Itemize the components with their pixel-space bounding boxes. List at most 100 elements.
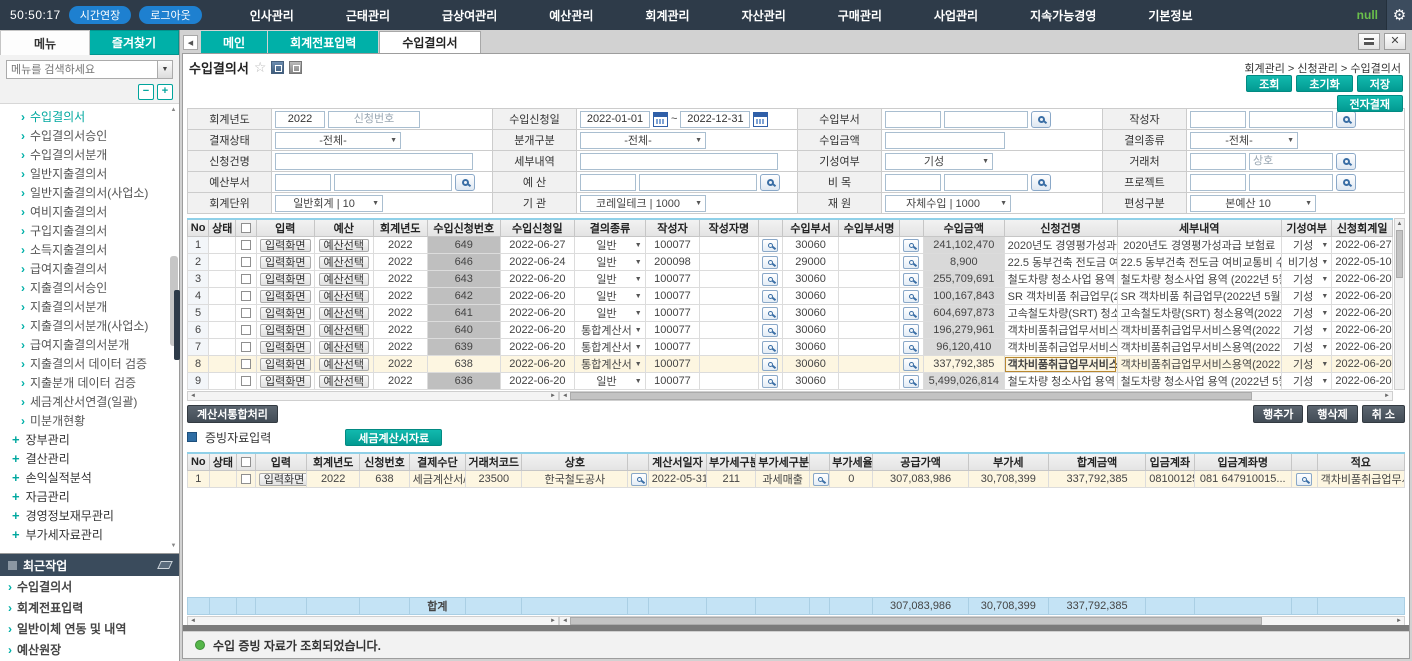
form-text-input[interactable]	[275, 153, 473, 170]
row-lookup-button[interactable]	[762, 307, 778, 320]
form-text-input[interactable]	[580, 111, 650, 128]
form-text-input[interactable]	[1190, 111, 1246, 128]
topbar-menu-item[interactable]: 급상여관리	[442, 7, 497, 24]
sidebar-item[interactable]: ›구입지출결의서	[0, 221, 179, 240]
grid-dropdown[interactable]: 일반▼	[578, 271, 642, 287]
form-select[interactable]: -전체-▼	[1190, 132, 1298, 149]
grid-dropdown[interactable]: 통합계산서▼	[578, 322, 642, 338]
scroll-down-icon[interactable]: ▼	[169, 542, 178, 551]
expand-all-button[interactable]: +	[157, 84, 173, 100]
form-text-input[interactable]	[275, 111, 325, 128]
grid-button[interactable]: 예산선택	[319, 375, 369, 388]
recent-item[interactable]: ›예산원장	[0, 639, 179, 660]
row-checkbox[interactable]	[241, 257, 251, 267]
tab-menu[interactable]: 메뉴	[0, 30, 90, 55]
grid-row[interactable]: 9입력화면예산선택20226362022-06-20일반▼10007730060…	[188, 373, 1393, 390]
sidebar-item[interactable]: ›수입결의서분개	[0, 145, 179, 164]
topbar-menu-item[interactable]: 사업관리	[934, 7, 978, 24]
popup-icon[interactable]	[289, 61, 302, 74]
extend-time-button[interactable]: 시간연장	[69, 6, 131, 24]
grid-dropdown[interactable]: 기성▼	[1285, 271, 1328, 287]
grid1-hscrollbar[interactable]: ◄► ◄►	[187, 391, 1393, 401]
search-lookup-button[interactable]	[1336, 174, 1356, 191]
grid-button[interactable]: 예산선택	[319, 256, 369, 269]
sidebar-item[interactable]: ›수입결의서승인	[0, 126, 179, 145]
row-lookup-button[interactable]	[903, 273, 919, 286]
grid-row[interactable]: 8입력화면예산선택20226382022-06-20통합계산서▼10007730…	[188, 356, 1393, 373]
search-lookup-button[interactable]	[1336, 153, 1356, 170]
scroll-thumb[interactable]	[570, 617, 1262, 625]
form-text-input[interactable]	[580, 174, 636, 191]
form-text-input[interactable]	[1249, 111, 1333, 128]
row-lookup-button[interactable]	[762, 290, 778, 303]
row-lookup-button[interactable]	[903, 341, 919, 354]
sidebar-item[interactable]: ›미분개현황	[0, 411, 179, 430]
grid-button[interactable]: 예산선택	[319, 307, 369, 320]
grid-row[interactable]: 1입력화면2022638세금계산서/...23500한국철도공사2022-05-…	[188, 471, 1405, 488]
settings-button[interactable]: ⚙	[1386, 0, 1412, 30]
grid1-add-row-button[interactable]: 행추가	[1253, 405, 1303, 423]
form-text-input[interactable]	[275, 174, 331, 191]
search-lookup-button[interactable]	[1336, 111, 1356, 128]
form-text-input[interactable]	[885, 174, 941, 191]
grid-button[interactable]: 예산선택	[319, 273, 369, 286]
grid-dropdown[interactable]: 통합계산서▼	[578, 356, 642, 372]
grid-button[interactable]: 예산선택	[319, 290, 369, 303]
sidebar-group[interactable]: +결산관리	[0, 449, 179, 468]
grid1-vscrollbar[interactable]: ▲	[1394, 218, 1405, 390]
topbar-menu-item[interactable]: 인사관리	[250, 7, 294, 24]
document-tab[interactable]: 회계전표입력	[268, 31, 378, 53]
grid-button[interactable]: 입력화면	[260, 256, 310, 269]
sidebar-item[interactable]: ›세금계산서연결(일괄)	[0, 392, 179, 411]
row-lookup-button[interactable]	[903, 256, 919, 269]
search-lookup-button[interactable]	[1031, 111, 1051, 128]
grid-dropdown[interactable]: 기성▼	[1285, 373, 1328, 389]
menu-search-input[interactable]	[6, 60, 158, 79]
favorite-star-icon[interactable]: ☆	[254, 59, 267, 76]
sidebar-item[interactable]: ›수입결의서	[0, 107, 179, 126]
sidebar-item[interactable]: ›지출결의서 데이터 검증	[0, 354, 179, 373]
close-tab-button[interactable]: ✕	[1384, 33, 1406, 50]
sidebar-item[interactable]: ›일반지출결의서(사업소)	[0, 183, 179, 202]
topbar-menu-item[interactable]: 예산관리	[549, 7, 593, 24]
grid-button[interactable]: 예산선택	[319, 341, 369, 354]
scroll-right-icon[interactable]: ►	[548, 617, 558, 625]
row-lookup-button[interactable]	[903, 307, 919, 320]
search-button[interactable]: 조회	[1246, 75, 1292, 92]
select-all-checkbox[interactable]	[241, 223, 251, 233]
scroll-right-icon[interactable]: ►	[548, 392, 558, 400]
form-text-input[interactable]	[1190, 153, 1246, 170]
row-lookup-button[interactable]	[903, 239, 919, 252]
save-button[interactable]: 저장	[1357, 75, 1403, 92]
topbar-menu-item[interactable]: 근태관리	[346, 7, 390, 24]
form-select[interactable]: 본예산 10▼	[1190, 195, 1316, 212]
recent-item[interactable]: ›일반이체 연동 및 내역	[0, 618, 179, 639]
grid-row[interactable]: 7입력화면예산선택20226392022-06-20통합계산서▼10007730…	[188, 339, 1393, 356]
row-lookup-button[interactable]	[762, 324, 778, 337]
grid-row[interactable]: 1입력화면예산선택20226492022-06-27일반▼10007730060…	[188, 237, 1393, 254]
tab-scroll-left-icon[interactable]: ◀	[183, 35, 198, 50]
grid-row[interactable]: 6입력화면예산선택20226402022-06-20통합계산서▼10007730…	[188, 322, 1393, 339]
grid-dropdown[interactable]: 일반▼	[578, 373, 642, 389]
sidebar-item[interactable]: ›지출결의서분개(사업소)	[0, 316, 179, 335]
scroll-thumb[interactable]	[570, 392, 1252, 400]
scroll-left-icon[interactable]: ◄	[560, 392, 570, 400]
document-tab[interactable]: 메인	[201, 31, 267, 53]
grid-button[interactable]: 예산선택	[319, 324, 369, 337]
grid-button[interactable]: 입력화면	[260, 307, 310, 320]
calendar-icon[interactable]	[653, 112, 668, 127]
form-select[interactable]: 자체수입 | 1000▼	[885, 195, 1011, 212]
sidebar-group[interactable]: +자금관리	[0, 487, 179, 506]
row-checkbox[interactable]	[241, 376, 251, 386]
grid-dropdown[interactable]: 기성▼	[1285, 339, 1328, 355]
form-text-input[interactable]	[885, 132, 1005, 149]
row-lookup-button[interactable]	[762, 273, 778, 286]
grid-button[interactable]: 예산선택	[319, 239, 369, 252]
form-text-input[interactable]	[885, 111, 941, 128]
grid-dropdown[interactable]: 기성▼	[1285, 356, 1328, 372]
document-tab[interactable]: 수입결의서	[379, 31, 480, 53]
form-select[interactable]: -전체-▼	[580, 132, 706, 149]
grid-dropdown[interactable]: 기성▼	[1285, 237, 1328, 253]
topbar-menu-item[interactable]: 자산관리	[742, 7, 786, 24]
row-lookup-button[interactable]	[903, 324, 919, 337]
